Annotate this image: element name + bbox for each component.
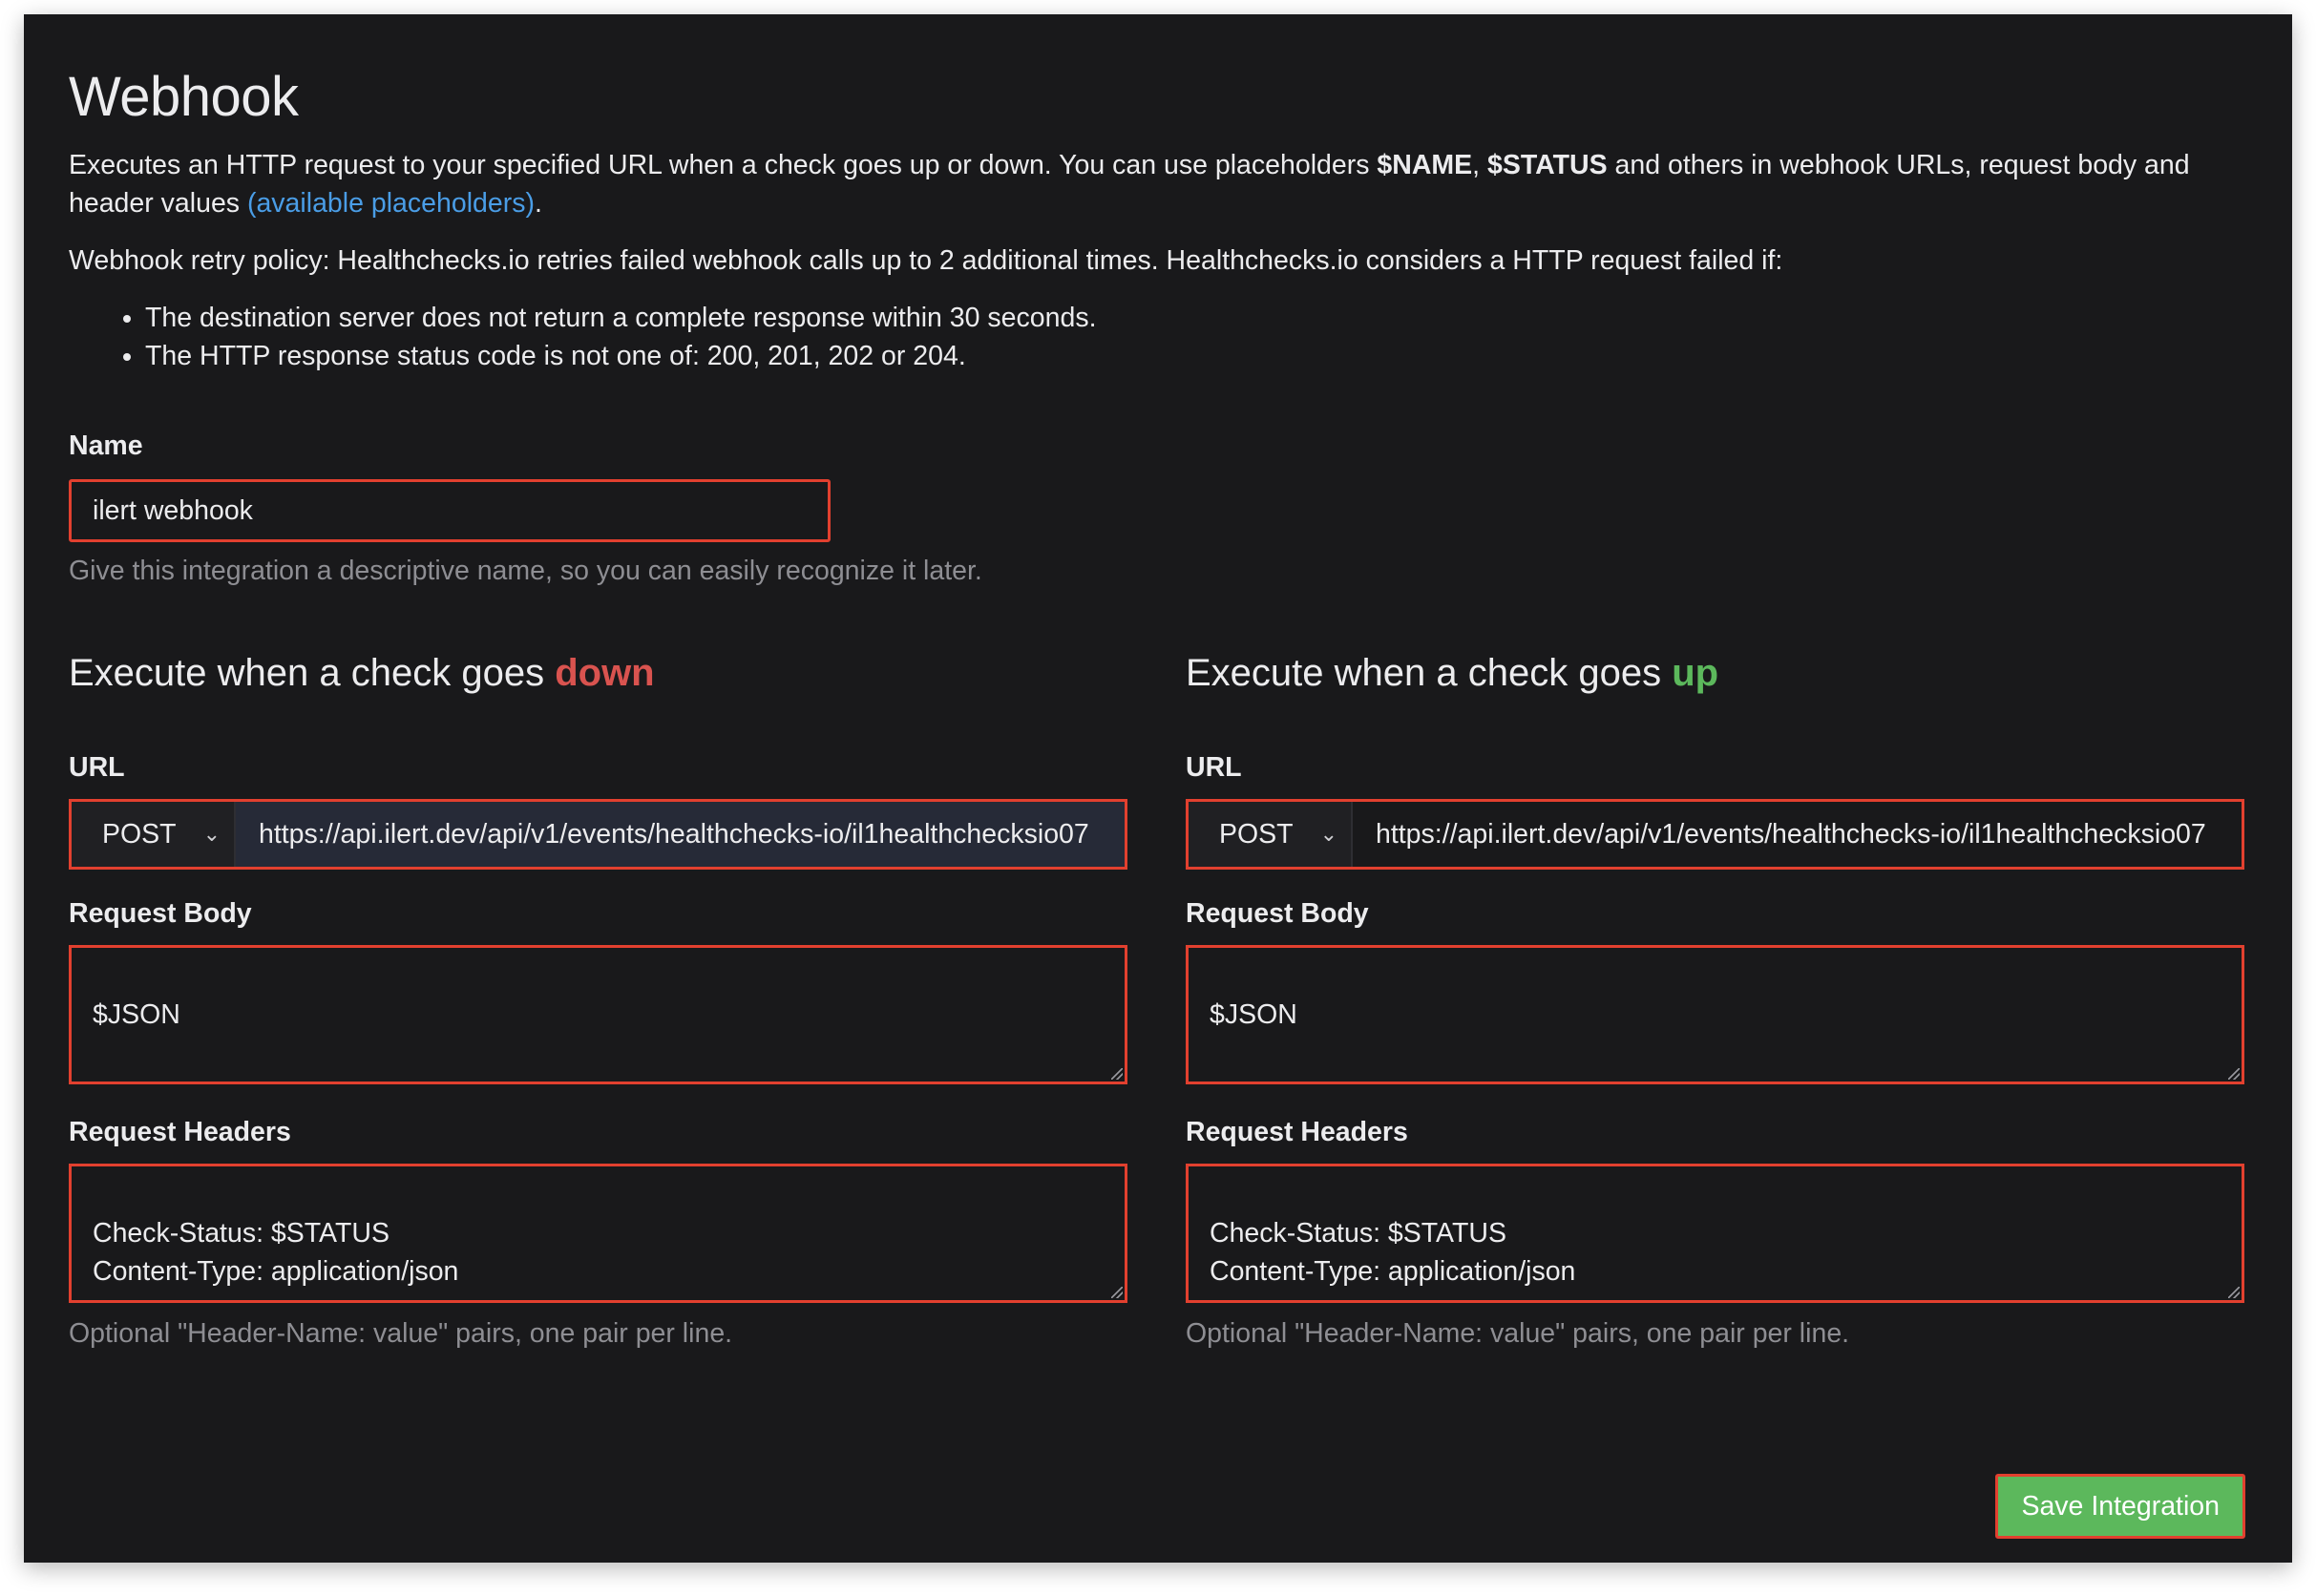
- available-placeholders-link[interactable]: (available placeholders): [247, 188, 535, 219]
- description-text: Executes an HTTP request to your specifi…: [69, 150, 1378, 180]
- down-url-label: URL: [69, 752, 125, 783]
- down-heading: Execute when a check goes down: [69, 651, 1127, 695]
- placeholder-name: $NAME: [1377, 150, 1473, 180]
- name-help-text: Give this integration a descriptive name…: [69, 556, 982, 586]
- resize-handle-icon[interactable]: [2228, 1068, 2240, 1080]
- down-url-input[interactable]: https://api.ilert.dev/api/v1/events/heal…: [236, 802, 1125, 867]
- up-body-value: $JSON: [1210, 999, 1297, 1030]
- up-method-select[interactable]: POST ⌄: [1189, 802, 1353, 867]
- up-headers-value: Check-Status: $STATUS Content-Type: appl…: [1210, 1218, 1576, 1287]
- page-title: Webhook: [69, 66, 299, 128]
- down-column: Execute when a check goes down URL POST …: [69, 651, 1127, 1353]
- down-headers-textarea[interactable]: Check-Status: $STATUS Content-Type: appl…: [69, 1164, 1127, 1303]
- up-heading: Execute when a check goes up: [1186, 651, 2244, 695]
- down-body-label: Request Body: [69, 898, 252, 929]
- up-method-value: POST: [1219, 818, 1294, 850]
- retry-policy-text: Webhook retry policy: Healthchecks.io re…: [69, 245, 1783, 276]
- list-item: The HTTP response status code is not one…: [145, 337, 2245, 375]
- list-item: The destination server does not return a…: [145, 299, 2245, 337]
- up-url-group: POST ⌄ https://api.ilert.dev/api/v1/even…: [1186, 799, 2244, 870]
- down-heading-text: Execute when a check goes: [69, 652, 556, 694]
- description-end: .: [534, 188, 542, 219]
- retry-conditions-list: The destination server does not return a…: [69, 299, 2245, 375]
- down-url-group: POST ⌄ https://api.ilert.dev/api/v1/even…: [69, 799, 1127, 870]
- up-body-textarea[interactable]: $JSON: [1186, 945, 2244, 1084]
- webhook-integration-page: Webhook Executes an HTTP request to your…: [24, 14, 2292, 1563]
- up-column: Execute when a check goes up URL POST ⌄ …: [1186, 651, 2244, 1353]
- up-state-label: up: [1672, 652, 1719, 694]
- up-body-label: Request Body: [1186, 898, 1369, 929]
- name-input[interactable]: [69, 479, 831, 542]
- resize-handle-icon[interactable]: [1111, 1287, 1123, 1298]
- up-headers-label: Request Headers: [1186, 1117, 1408, 1147]
- down-body-value: $JSON: [93, 999, 180, 1030]
- chevron-down-icon: ⌄: [1319, 822, 1337, 846]
- up-url-label: URL: [1186, 752, 1242, 783]
- resize-handle-icon[interactable]: [2228, 1287, 2240, 1298]
- description: Executes an HTTP request to your specifi…: [69, 146, 2245, 222]
- up-headers-textarea[interactable]: Check-Status: $STATUS Content-Type: appl…: [1186, 1164, 2244, 1303]
- down-headers-label: Request Headers: [69, 1117, 291, 1147]
- down-headers-value: Check-Status: $STATUS Content-Type: appl…: [93, 1218, 459, 1287]
- up-url-input[interactable]: https://api.ilert.dev/api/v1/events/heal…: [1353, 802, 2242, 867]
- down-method-select[interactable]: POST ⌄: [72, 802, 236, 867]
- placeholder-status: $STATUS: [1487, 150, 1608, 180]
- down-state-label: down: [555, 652, 655, 694]
- down-method-value: POST: [102, 818, 177, 850]
- down-headers-help: Optional "Header-Name: value" pairs, one…: [69, 1318, 733, 1349]
- down-body-textarea[interactable]: $JSON: [69, 945, 1127, 1084]
- description-separator: ,: [1472, 150, 1488, 180]
- up-heading-text: Execute when a check goes: [1186, 652, 1673, 694]
- name-label: Name: [69, 430, 143, 461]
- resize-handle-icon[interactable]: [1111, 1068, 1123, 1080]
- up-headers-help: Optional "Header-Name: value" pairs, one…: [1186, 1318, 1850, 1349]
- chevron-down-icon: ⌄: [202, 822, 221, 846]
- execute-columns: Execute when a check goes down URL POST …: [69, 651, 2245, 1353]
- save-integration-button[interactable]: Save Integration: [1995, 1474, 2245, 1539]
